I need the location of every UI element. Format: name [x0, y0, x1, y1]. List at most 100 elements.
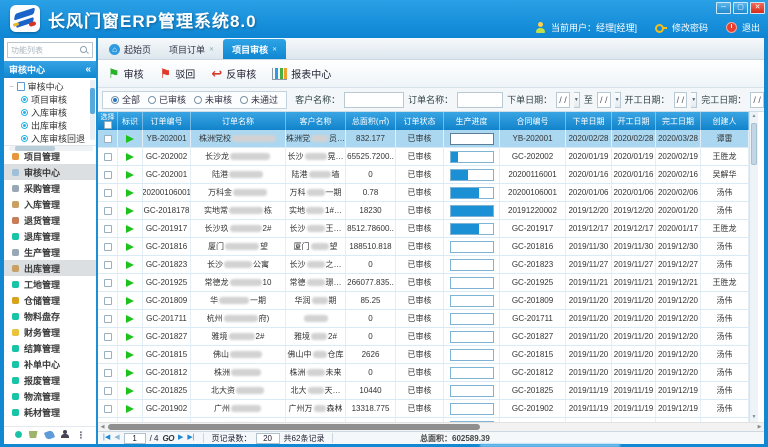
close-button[interactable]: ✕ [750, 2, 765, 14]
status-radio[interactable]: 已审核 [148, 93, 186, 106]
table-row[interactable]: GC-201816 厦门望 厦门望 188510.818 已审核 GC-2018… [98, 238, 749, 256]
tree-leaf-node[interactable]: 项目审核 [9, 93, 88, 106]
select-all-checkbox[interactable] [104, 121, 112, 129]
row-checkbox[interactable] [104, 369, 112, 377]
scroll-down-icon[interactable]: ▼ [750, 413, 758, 422]
tab-close-icon[interactable]: ✕ [272, 46, 277, 53]
sidebar-module-item[interactable]: 审核中心 [4, 164, 96, 180]
order-date-to-input[interactable]: / / [597, 92, 611, 108]
person-icon[interactable] [61, 430, 70, 439]
row-checkbox[interactable] [104, 315, 112, 323]
row-checkbox[interactable] [104, 351, 112, 359]
sidebar-module-item[interactable]: 物料盘存 [4, 308, 96, 324]
sidebar-module-item[interactable]: 项目管理 [4, 148, 96, 164]
toolbar-button[interactable]: ↩ 反审核 [211, 66, 256, 81]
table-row[interactable]: 20200106001 万科金 万科一期 0.78 已审核 2020010600… [98, 184, 749, 202]
row-checkbox[interactable] [104, 261, 112, 269]
row-checkbox[interactable] [104, 405, 112, 413]
table-row[interactable]: GC-201823 长沙公寓 长沙之… 0 已审核 GC-201823 2019… [98, 256, 749, 274]
pen-icon[interactable] [43, 429, 54, 440]
status-radio[interactable]: 未审核 [194, 93, 232, 106]
table-row[interactable]: GC-201827 雅境2# 雅境2# 0 已审核 GC-201827 2019… [98, 328, 749, 346]
horizontal-scroll-thumb[interactable] [108, 424, 480, 430]
page-size-input[interactable]: 20 [256, 433, 280, 444]
sidebar-module-item[interactable]: 生产管理 [4, 244, 96, 260]
next-page-button[interactable]: ▶ [178, 434, 183, 442]
tree-leaf-node[interactable]: 出库审核 [9, 119, 88, 132]
tree-vertical-scrollbar[interactable] [90, 80, 95, 140]
toolbar-button[interactable]: ⚑ 审核 [108, 66, 144, 81]
row-checkbox[interactable] [104, 225, 112, 233]
status-radio[interactable]: 全部 [111, 93, 140, 106]
function-search-input[interactable] [11, 46, 77, 55]
sidebar-module-item[interactable]: 出库管理 [4, 260, 96, 276]
tree-leaf-node[interactable]: 入库审核回退 [9, 132, 88, 145]
table-row[interactable]: GC-201902 广州 广州万森林 13318.775 已审核 GC-2019… [98, 400, 749, 418]
row-checkbox[interactable] [104, 189, 112, 197]
grid-vertical-scrollbar[interactable]: ▲ ▼ [749, 112, 758, 422]
sidebar-module-item[interactable]: 物流管理 [4, 388, 96, 404]
sidebar-module-item[interactable]: 退货管理 [4, 212, 96, 228]
change-password-link[interactable]: 修改密码 [672, 21, 708, 34]
minimize-button[interactable]: ─ [716, 2, 731, 14]
table-row[interactable]: GC-202001 陆港 陆港墙 0 已审核 20200116001 2020/… [98, 166, 749, 184]
scroll-up-icon[interactable]: ▲ [750, 112, 758, 121]
customer-name-input[interactable] [344, 92, 404, 108]
sidebar-module-item[interactable]: 退库管理 [4, 228, 96, 244]
tab[interactable]: ⌂ 项目审核 ✕ [223, 39, 286, 59]
collapse-icon[interactable]: « [85, 65, 91, 75]
go-button[interactable]: GO [163, 434, 174, 443]
row-checkbox[interactable] [104, 171, 112, 179]
sidebar-module-item[interactable]: 结算管理 [4, 340, 96, 356]
finish-date-input[interactable]: / / [750, 92, 764, 108]
sidebar-module-item[interactable]: 入库管理 [4, 196, 96, 212]
vertical-scroll-thumb[interactable] [751, 123, 757, 165]
row-checkbox[interactable] [104, 135, 112, 143]
table-row[interactable]: GC-201711 杭州府) 0 已审核 GC-201711 2019/11/2… [98, 310, 749, 328]
logout-link[interactable]: 退出 [742, 21, 760, 34]
function-search-box[interactable] [7, 42, 93, 58]
table-row[interactable]: GC-201825 北大资 北大天… 10440 已审核 GC-201825 2… [98, 382, 749, 400]
table-row[interactable]: YB-202001 株洲党校 株洲党员… 832.177 已审核 YB-2020… [98, 130, 749, 148]
status-radio[interactable]: 未通过 [240, 93, 278, 106]
row-checkbox[interactable] [104, 153, 112, 161]
table-row[interactable]: GC-201815 佛山 佛山中仓库 2626 已审核 GC-201815 20… [98, 346, 749, 364]
row-checkbox[interactable] [104, 279, 112, 287]
row-checkbox[interactable] [104, 387, 112, 395]
sidebar-module-item[interactable]: 仓储管理 [4, 292, 96, 308]
prev-page-button[interactable]: ◀ [114, 434, 119, 442]
scroll-right-icon[interactable]: ▶ [755, 423, 764, 431]
grid-horizontal-scrollbar[interactable]: ◀ ▶ [98, 422, 764, 431]
dropdown-icon[interactable] [574, 92, 580, 108]
toolbar-button[interactable]: 报表中心 [272, 66, 331, 81]
sidebar-module-item[interactable]: 耗材管理 [4, 404, 96, 420]
page-number-input[interactable]: 1 [124, 433, 146, 444]
table-row[interactable]: GC-201917 长沙玖2# 长沙王… 8512.78600.. 已审核 GC… [98, 220, 749, 238]
sidebar-module-item[interactable]: 补单中心 [4, 356, 96, 372]
status-dot-icon[interactable] [15, 431, 22, 438]
sidebar-panel-header[interactable]: 审核中心 « [4, 61, 96, 78]
table-row[interactable]: GC-2018178 实地常栋 实地1#… 18230 已审核 20191220… [98, 202, 749, 220]
row-checkbox[interactable] [104, 333, 112, 341]
toolbar-button[interactable]: ⚑ 驳回 [160, 66, 196, 81]
sidebar-module-item[interactable]: 采购管理 [4, 180, 96, 196]
more-icon[interactable]: ⋮ [77, 431, 86, 439]
maximize-button[interactable]: ▢ [733, 2, 748, 14]
sidebar-module-item[interactable]: 报废管理 [4, 372, 96, 388]
tab-close-icon[interactable]: ✕ [209, 46, 214, 53]
first-page-button[interactable]: |◀ [103, 434, 110, 442]
sidebar-module-item[interactable]: 财务管理 [4, 324, 96, 340]
row-checkbox[interactable] [104, 297, 112, 305]
tab[interactable]: ⌂ 项目订单 ✕ [160, 39, 223, 59]
order-date-from-input[interactable]: / / [556, 92, 570, 108]
dropdown-icon[interactable] [615, 92, 621, 108]
sidebar-module-item[interactable]: 工地管理 [4, 276, 96, 292]
row-checkbox[interactable] [104, 243, 112, 251]
row-checkbox[interactable] [104, 207, 112, 215]
tab[interactable]: ⌂ 起始页 ✕ [100, 39, 160, 59]
start-date-input[interactable]: / / [674, 92, 688, 108]
tree-expander-icon[interactable]: − [9, 82, 14, 91]
scroll-left-icon[interactable]: ◀ [98, 423, 107, 431]
table-row[interactable]: GC-201809 华一期 华润期 85.25 已审核 GC-201809 20… [98, 292, 749, 310]
order-name-input[interactable] [457, 92, 503, 108]
